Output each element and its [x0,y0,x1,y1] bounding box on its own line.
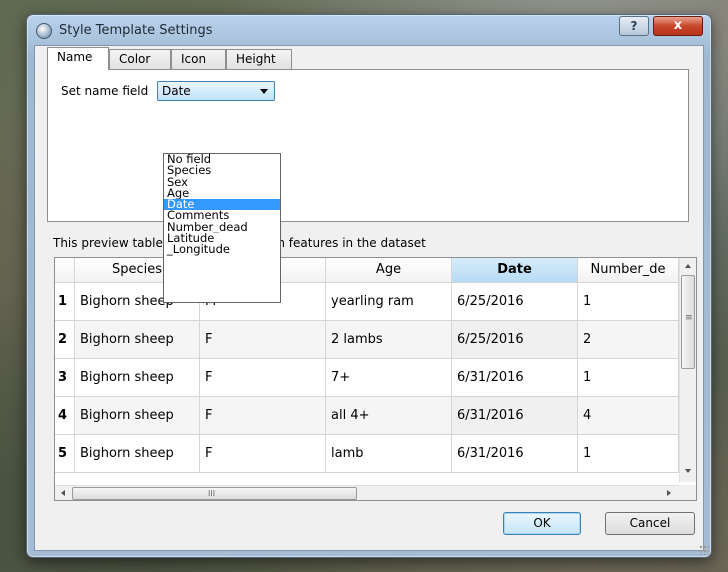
table-row[interactable]: 5 Bighorn sheep F lamb 6/31/2016 1 [55,435,679,473]
column-header-number-dead[interactable]: Number_de [578,258,679,283]
horizontal-scroll-thumb[interactable]: III [72,487,357,500]
tab-color[interactable]: Color [109,49,171,69]
column-header-age[interactable]: Age [326,258,452,283]
preview-table: Species Age Date Number_de 1 Bighorn she… [54,257,697,501]
preview-caption: This preview table en features in the da… [53,236,426,250]
title-bar[interactable]: Style Template Settings ? x [27,15,711,45]
cell-species: Bighorn sheep [75,397,200,435]
cancel-button[interactable]: Cancel [605,512,695,535]
row-number: 5 [55,435,75,473]
preview-caption-end: en features in the dataset [270,236,426,250]
cell-number-dead: 1 [578,283,679,321]
row-number: 3 [55,359,75,397]
cell-number-dead: 1 [578,359,679,397]
row-number: 1 [55,283,75,321]
cell-species: Bighorn sheep [75,435,200,473]
dropdown-option-number-dead[interactable]: Number_dead [164,222,280,233]
dropdown-option-longitude[interactable]: _Longitude [164,244,280,255]
cell-age: all 4+ [326,397,452,435]
help-button[interactable]: ? [619,16,649,36]
globe-icon [36,23,52,39]
cell-age: 7+ [326,359,452,397]
chevron-down-icon [260,89,268,94]
name-tab-panel: Set name field Date [47,69,689,222]
dropdown-option-latitude[interactable]: Latitude [164,233,280,244]
name-field-select[interactable]: Date [157,81,275,101]
close-button[interactable]: x [653,16,703,36]
table-header: Species Age Date Number_de [55,258,679,283]
table-row[interactable]: 2 Bighorn sheep F 2 lambs 6/25/2016 2 [55,321,679,359]
dropdown-option-comments[interactable]: Comments [164,210,280,221]
cell-sex: F [200,435,326,473]
scroll-left-icon[interactable] [61,490,65,496]
tab-icon[interactable]: Icon [171,49,226,69]
cell-date: 6/31/2016 [452,397,578,435]
cell-number-dead: 1 [578,435,679,473]
preview-caption-start: This preview table [53,236,163,250]
table-row[interactable]: 1 Bighorn sheep M yearling ram 6/25/2016… [55,283,679,321]
cell-number-dead: 2 [578,321,679,359]
name-field-dropdown-list: No field Species Sex Age Date Comments N… [163,153,281,303]
cell-age: 2 lambs [326,321,452,359]
dropdown-option-sex[interactable]: Sex [164,177,280,188]
dropdown-option-species[interactable]: Species [164,165,280,176]
tab-height[interactable]: Height [226,49,292,69]
cell-date: 6/31/2016 [452,435,578,473]
table-row[interactable]: 4 Bighorn sheep F all 4+ 6/31/2016 4 [55,397,679,435]
column-header-index[interactable] [55,258,75,283]
close-icon: x [673,18,683,33]
cell-species: Bighorn sheep [75,321,200,359]
tab-name[interactable]: Name [47,47,109,70]
row-number: 4 [55,397,75,435]
scroll-down-icon[interactable] [685,469,691,473]
cell-age: yearling ram [326,283,452,321]
scroll-right-icon[interactable] [667,490,671,496]
cell-sex: F [200,321,326,359]
cell-sex: F [200,359,326,397]
row-number: 2 [55,321,75,359]
cell-number-dead: 4 [578,397,679,435]
ok-button[interactable]: OK [503,512,581,535]
vertical-grip-icon: ≡ [685,313,693,323]
cell-date: 6/25/2016 [452,283,578,321]
name-field-selected-value: Date [162,84,191,98]
cell-date: 6/25/2016 [452,321,578,359]
vertical-scrollbar[interactable]: ≡ [679,258,696,482]
cell-age: lamb [326,435,452,473]
horizontal-grip-icon: III [208,489,216,498]
horizontal-scrollbar[interactable]: III [55,485,679,500]
vertical-scroll-thumb[interactable]: ≡ [681,275,695,369]
cell-sex: F [200,397,326,435]
dropdown-option-no-field[interactable]: No field [164,154,280,165]
scroll-up-icon[interactable] [685,264,691,268]
table-row[interactable]: 3 Bighorn sheep F 7+ 6/31/2016 1 [55,359,679,397]
dropdown-option-age[interactable]: Age [164,188,280,199]
set-name-field-label: Set name field [61,84,149,98]
cell-date: 6/31/2016 [452,359,578,397]
scrollbar-corner [679,485,696,500]
style-template-settings-dialog: Style Template Settings ? x Name Color I… [26,14,712,558]
window-title: Style Template Settings [59,23,213,38]
column-header-date[interactable]: Date [452,258,578,283]
dropdown-option-date[interactable]: Date [164,199,280,211]
resize-grip-icon[interactable] [699,545,709,555]
cell-species: Bighorn sheep [75,359,200,397]
